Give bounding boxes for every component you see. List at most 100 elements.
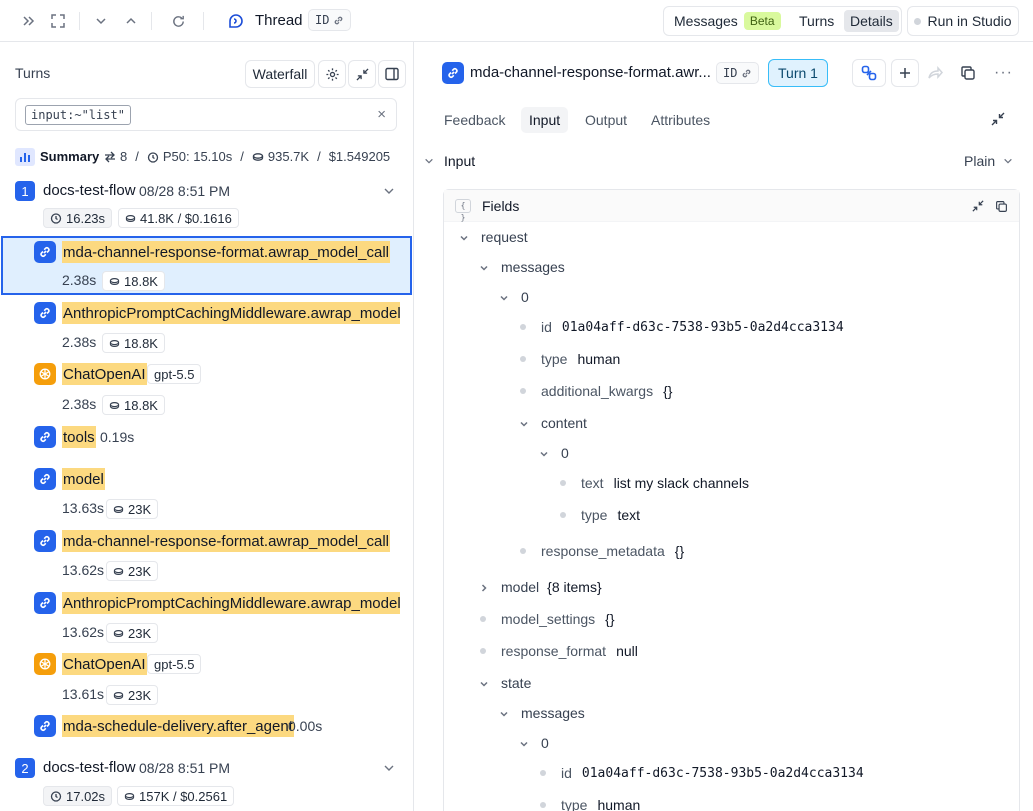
chevron-down-icon[interactable] (424, 156, 434, 166)
run-name[interactable]: ChatOpenAI (62, 653, 147, 675)
chevron-down-icon[interactable] (498, 292, 510, 304)
refresh-icon[interactable] (168, 11, 188, 31)
chevron-down-icon[interactable] (498, 708, 510, 720)
tree-leaf: model_settings{} (501, 611, 615, 627)
id-label: ID (315, 13, 330, 27)
forward-icon[interactable] (926, 64, 944, 82)
run-duration: 2.38s (62, 396, 97, 412)
flow-name[interactable]: docs-test-flow (43, 182, 136, 199)
summary-label: Summary (40, 149, 100, 164)
tokens-chip: 23K (106, 623, 159, 643)
tab-input[interactable]: Input (521, 107, 569, 133)
clock-icon (147, 151, 159, 163)
page-title: Thread (255, 12, 303, 29)
copy-icon[interactable] (960, 65, 976, 81)
token-icon (113, 629, 124, 637)
run-id-button[interactable]: ID (716, 62, 760, 84)
status-dot-icon (914, 17, 922, 25)
braces-icon: { } (455, 199, 471, 222)
chevron-down-icon[interactable] (478, 678, 490, 690)
tree-node[interactable]: messages (501, 256, 565, 278)
run-duration: 13.61s (62, 686, 105, 702)
waterfall-button[interactable]: Waterfall (245, 60, 315, 88)
view-switcher: Messages Beta Turns Details (663, 6, 902, 36)
fields-label: Fields (482, 198, 520, 214)
tree-node[interactable]: request (481, 226, 528, 248)
copy-icon[interactable] (995, 200, 1008, 213)
run-name[interactable]: mda-channel-response-format.awrap_model_… (62, 241, 390, 263)
chevron-down-icon[interactable] (518, 418, 530, 430)
run-title: mda-channel-response-format.awr... (470, 64, 711, 81)
collapse-icon[interactable] (972, 200, 984, 212)
run-name[interactable]: mda-channel-response-format.awrap_model_… (62, 530, 390, 552)
token-icon (109, 339, 120, 347)
chevron-down-icon[interactable] (458, 232, 470, 244)
chain-icon (442, 62, 464, 84)
chevron-down-icon[interactable] (478, 262, 490, 274)
tokens-chip: 23K (106, 499, 159, 519)
tab-details[interactable]: Details (844, 10, 899, 32)
flow-name[interactable]: docs-test-flow (43, 759, 136, 776)
tab-output[interactable]: Output (577, 107, 635, 133)
token-icon (113, 505, 124, 513)
run-name[interactable]: tools (62, 426, 96, 448)
turn-number-badge: 1 (15, 181, 35, 201)
tree-node[interactable]: 0 (561, 442, 569, 464)
share-button[interactable] (852, 59, 886, 87)
tab-attributes[interactable]: Attributes (643, 107, 718, 133)
expand-icon[interactable] (48, 11, 68, 31)
section-title[interactable]: Input (444, 153, 475, 169)
tab-messages[interactable]: Messages Beta (668, 10, 787, 32)
chevron-down-icon[interactable] (383, 185, 395, 197)
link-icon (861, 65, 877, 81)
link-icon (335, 16, 343, 24)
tree-leaf: type text (581, 507, 641, 523)
collapse-all-button[interactable] (348, 60, 376, 88)
chevron-up-icon[interactable] (121, 11, 141, 31)
tree-node[interactable]: 0 (541, 732, 549, 754)
run-name[interactable]: ChatOpenAI (62, 363, 147, 385)
tree-node[interactable]: messages (521, 702, 585, 724)
clock-icon (50, 791, 62, 802)
tree-node[interactable]: content (541, 412, 587, 434)
tree-node[interactable]: 0 (521, 286, 529, 308)
gear-icon (325, 67, 339, 81)
toggle-panel-button[interactable] (378, 60, 406, 88)
run-name[interactable]: AnthropicPromptCachingMiddleware.awrap_m… (62, 302, 400, 324)
chevron-right-icon[interactable] (478, 582, 490, 594)
run-duration: 0.19s (100, 429, 135, 445)
chevron-down-icon[interactable] (518, 738, 530, 750)
turn-number-badge: 2 (15, 758, 35, 778)
token-icon (113, 567, 124, 575)
collapse-icon[interactable] (991, 112, 1005, 126)
tree-node[interactable]: model {8 items} (501, 576, 602, 598)
turn-button[interactable]: Turn 1 (768, 59, 828, 87)
clear-filter-icon[interactable]: × (377, 106, 386, 123)
tab-feedback[interactable]: Feedback (436, 107, 513, 133)
thread-id-button[interactable]: ID (308, 9, 352, 31)
id-label: ID (723, 66, 738, 80)
settings-button[interactable] (318, 60, 346, 88)
tab-turns[interactable]: Turns (793, 10, 840, 32)
chevron-down-icon[interactable] (383, 762, 395, 774)
chevron-down-icon (1004, 158, 1012, 164)
run-name[interactable]: AnthropicPromptCachingMiddleware.awrap_m… (62, 592, 400, 614)
run-in-studio-button[interactable]: Run in Studio (907, 6, 1019, 36)
add-button[interactable] (891, 59, 919, 87)
more-options-icon[interactable]: ··· (994, 64, 1013, 82)
tokens-chip: 41.8K / $0.1616 (118, 208, 239, 228)
filter-input[interactable]: input:~"list" × (15, 98, 397, 131)
duration-chip: 16.23s (43, 208, 113, 228)
collapse-sidebar-icon[interactable] (19, 11, 39, 31)
chain-icon (34, 592, 56, 614)
tree-leaf: id 01a04aff-d63c-7538-93b5-0a2d4cca3134 (561, 765, 864, 781)
run-name[interactable]: mda-schedule-delivery.after_agent (62, 715, 294, 737)
tree-leaf: type human (561, 797, 641, 811)
run-name[interactable]: model (62, 468, 105, 490)
view-mode-select[interactable]: Plain (964, 153, 1013, 169)
chevron-down-icon[interactable] (91, 11, 111, 31)
chevron-down-icon[interactable] (538, 448, 550, 460)
chain-icon (34, 241, 56, 263)
tree-node[interactable]: state (501, 672, 531, 694)
filter-chip[interactable]: input:~"list" (25, 105, 131, 125)
